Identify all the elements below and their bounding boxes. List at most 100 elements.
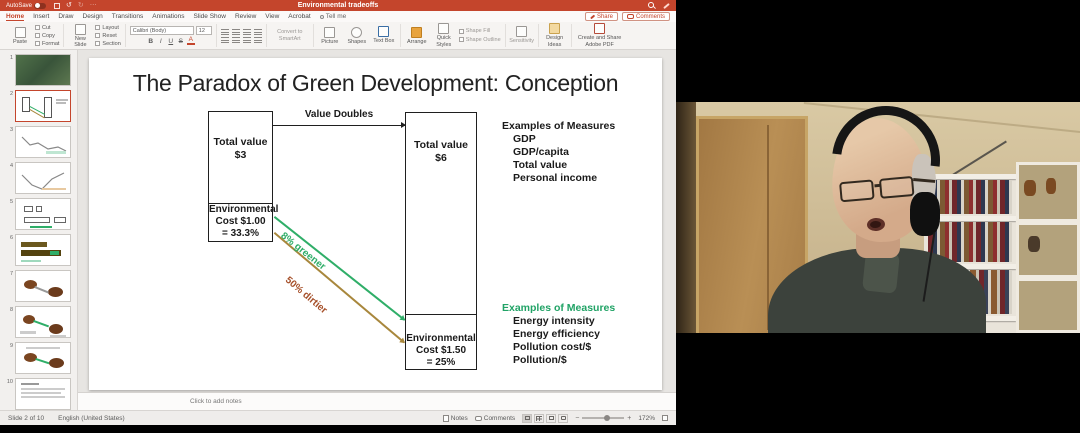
tab-draw[interactable]: Draw: [58, 13, 73, 20]
sensitivity-icon: [516, 26, 527, 37]
slide-thumbnail-9[interactable]: 9: [4, 342, 77, 378]
align-left-icon[interactable]: [221, 37, 229, 43]
slide-thumbnail-7[interactable]: 7: [4, 270, 77, 306]
slide-canvas[interactable]: The Paradox of Green Development: Concep…: [89, 58, 662, 390]
picture-button[interactable]: Picture: [318, 27, 342, 45]
quick-styles-button[interactable]: Quick Styles: [432, 23, 456, 47]
slide-sorter-view-button[interactable]: [534, 414, 544, 423]
strikethrough-button[interactable]: S: [177, 38, 185, 45]
design-ideas-button[interactable]: Design Ideas: [543, 23, 567, 47]
slide-thumbnail-5[interactable]: 5: [4, 198, 77, 234]
indent-decrease-icon[interactable]: [243, 29, 251, 35]
format-painter-button[interactable]: Format: [35, 41, 59, 47]
convert-smartart-button[interactable]: Convert to SmartArt: [271, 29, 309, 41]
video-call-screen: AutoSave ↺ ↻ ⋯ Environmental tradeoffs H…: [0, 0, 1080, 433]
picture-icon: [324, 27, 335, 38]
tab-view[interactable]: View: [265, 13, 279, 20]
new-slide-icon: [75, 24, 86, 35]
zoom-slider-knob[interactable]: [604, 415, 610, 421]
design-ideas-icon: [549, 23, 560, 34]
tab-animations[interactable]: Animations: [152, 13, 184, 20]
tab-transitions[interactable]: Transitions: [112, 13, 144, 20]
cut-button[interactable]: Cut: [35, 25, 59, 31]
paste-button[interactable]: Paste: [8, 27, 32, 45]
bold-button[interactable]: B: [147, 38, 155, 45]
quick-styles-icon: [438, 23, 449, 34]
font-name-select[interactable]: Calibri (Body): [130, 26, 194, 35]
thumbnail-image: [15, 126, 71, 158]
normal-view-button[interactable]: [522, 414, 532, 423]
layout-button[interactable]: Layout: [95, 25, 120, 31]
measures-list-bottom: Examples of Measures Energy intensity En…: [502, 302, 615, 367]
slideshow-view-button[interactable]: [558, 414, 568, 423]
underline-button[interactable]: U: [167, 38, 175, 45]
shape-fill-icon: [459, 29, 464, 34]
thumbnail-image: [15, 234, 71, 266]
new-slide-button[interactable]: New Slide: [68, 24, 92, 48]
ribbon: Paste Cut Copy Format New Slide Layout R…: [0, 22, 676, 50]
tab-slideshow[interactable]: Slide Show: [193, 13, 226, 20]
value-doubles-label: Value Doubles: [273, 109, 405, 120]
align-center-icon[interactable]: [232, 37, 240, 43]
shape-fill-button[interactable]: Shape Fill: [459, 28, 501, 34]
zoom-percentage[interactable]: 172%: [638, 415, 655, 422]
greener-label: 8% greener: [256, 213, 349, 290]
fit-slide-icon[interactable]: [662, 415, 668, 421]
slide-thumbnail-2-selected[interactable]: 2: [4, 90, 77, 126]
line-spacing-icon[interactable]: [254, 37, 262, 43]
shapes-icon: [351, 27, 362, 38]
font-color-button[interactable]: A: [187, 37, 195, 45]
numbering-icon[interactable]: [232, 29, 240, 35]
shape-outline-button[interactable]: Shape Outline: [459, 37, 501, 43]
measures-top-heading: Examples of Measures: [502, 120, 615, 133]
share-button[interactable]: Share: [585, 12, 618, 21]
adobe-pdf-button[interactable]: Create and Share Adobe PDF: [576, 23, 624, 47]
left-box-value: $3: [209, 149, 272, 162]
zoom-slider[interactable]: [582, 417, 624, 419]
bullets-icon[interactable]: [221, 29, 229, 35]
bulb-icon: [320, 15, 324, 19]
slide-thumbnail-3[interactable]: 3: [4, 126, 77, 162]
notes-toggle[interactable]: Notes: [443, 415, 468, 422]
thumbnail-image: [15, 54, 71, 86]
comments-toggle[interactable]: Comments: [475, 415, 515, 422]
arrange-group: Arrange Quick Styles Shape Fill Shape Ou…: [401, 24, 506, 47]
reading-view-button[interactable]: [546, 414, 556, 423]
adobe-pdf-icon: [594, 23, 605, 34]
slide-thumbnail-10[interactable]: 10: [4, 378, 77, 410]
paragraph-group: [217, 24, 267, 47]
zoom-out-button[interactable]: −: [575, 415, 579, 422]
search-icon[interactable]: [648, 2, 655, 9]
adobe-group: Create and Share Adobe PDF: [572, 24, 628, 47]
text-box-button[interactable]: Text Box: [372, 26, 396, 44]
tab-review[interactable]: Review: [235, 13, 256, 20]
tab-acrobat[interactable]: Acrobat: [288, 13, 310, 20]
indent-increase-icon[interactable]: [254, 29, 262, 35]
tab-home[interactable]: Home: [6, 13, 24, 21]
thumbnail-image: [15, 270, 71, 302]
arrange-button[interactable]: Arrange: [405, 27, 429, 45]
language-indicator[interactable]: English (United States): [58, 415, 124, 422]
section-button[interactable]: Section: [95, 41, 120, 47]
slide-number-indicator[interactable]: Slide 2 of 10: [8, 415, 44, 422]
font-size-select[interactable]: 12: [196, 26, 212, 35]
zoom-in-button[interactable]: +: [627, 415, 631, 422]
slides-group: New Slide Layout Reset Section: [64, 24, 125, 47]
align-right-icon[interactable]: [243, 37, 251, 43]
copy-button[interactable]: Copy: [35, 33, 59, 39]
tell-me-box[interactable]: Tell me: [320, 13, 347, 20]
slide-thumbnail-6[interactable]: 6: [4, 234, 77, 270]
italic-button[interactable]: I: [157, 38, 165, 45]
arrange-icon: [411, 27, 422, 38]
shapes-button[interactable]: Shapes: [345, 27, 369, 45]
comments-button[interactable]: Comments: [622, 12, 670, 21]
thumbnail-image: [15, 342, 71, 374]
slide-thumbnail-1[interactable]: 1: [4, 54, 77, 90]
reset-button[interactable]: Reset: [95, 33, 120, 39]
slide-thumbnail-4[interactable]: 4: [4, 162, 77, 198]
notes-pane[interactable]: Click to add notes: [78, 392, 676, 410]
tab-design[interactable]: Design: [83, 13, 103, 20]
slide-thumbnail-8[interactable]: 8: [4, 306, 77, 342]
tab-insert[interactable]: Insert: [33, 13, 49, 20]
sensitivity-button[interactable]: Sensitivity: [510, 26, 534, 44]
